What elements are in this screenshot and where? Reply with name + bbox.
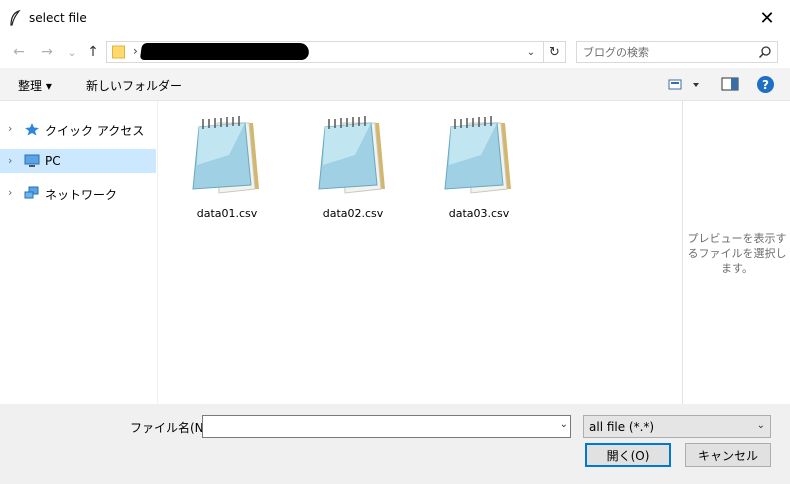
sidebar-item-pc[interactable]: › PC bbox=[0, 149, 156, 173]
refresh-button[interactable]: ↻ bbox=[543, 42, 565, 62]
cancel-button[interactable]: キャンセル bbox=[685, 443, 771, 467]
open-button[interactable]: 開く(O) bbox=[585, 443, 671, 467]
search-box[interactable] bbox=[576, 41, 778, 63]
sidebar-item-label: クイック アクセス bbox=[45, 124, 145, 138]
expand-chevron-icon[interactable]: › bbox=[8, 186, 12, 199]
expand-chevron-icon[interactable]: › bbox=[8, 122, 12, 135]
filetype-select[interactable]: all file (*.*) ⌄ bbox=[583, 415, 771, 438]
search-input[interactable] bbox=[583, 43, 753, 61]
file-name: data03.csv bbox=[448, 207, 510, 220]
file-item[interactable]: data03.csv bbox=[427, 115, 531, 225]
chevron-down-icon: ⌄ bbox=[67, 45, 77, 59]
organize-menu[interactable]: 整理 ▾ bbox=[18, 77, 52, 94]
sidebar-item-network[interactable]: › ネットワーク bbox=[0, 181, 156, 205]
address-dropdown-button[interactable]: ⌄ bbox=[523, 42, 539, 62]
file-name: data02.csv bbox=[322, 207, 384, 220]
close-button[interactable]: ✕ bbox=[744, 0, 790, 36]
chevron-down-icon[interactable]: ⌄ bbox=[560, 419, 568, 430]
arrow-left-icon: ← bbox=[13, 44, 25, 60]
arrow-up-icon: ↑ bbox=[87, 44, 99, 60]
refresh-icon: ↻ bbox=[549, 44, 560, 60]
filetype-value: all file (*.*) bbox=[589, 420, 655, 434]
window-title: select file bbox=[29, 11, 87, 25]
chevron-down-icon: ⌄ bbox=[756, 420, 765, 431]
back-button[interactable]: ← bbox=[9, 41, 29, 63]
filename-label: ファイル名(N): bbox=[130, 421, 213, 435]
folder-icon bbox=[112, 45, 125, 59]
filename-combobox[interactable]: ⌄ bbox=[202, 415, 571, 438]
view-options-icon[interactable] bbox=[668, 77, 704, 93]
notepad-icon bbox=[192, 116, 259, 194]
forward-button[interactable]: → bbox=[37, 41, 57, 63]
search-icon[interactable] bbox=[758, 45, 772, 59]
computer-icon bbox=[24, 154, 40, 167]
file-list: data01.csv data02.csv data03.csv bbox=[159, 101, 682, 404]
command-toolbar: 整理 ▾ 新しいフォルダー ? bbox=[0, 68, 790, 101]
preview-pane: プレビューを表示するファイルを選択します。 bbox=[682, 101, 790, 404]
breadcrumb-chevron-icon: › bbox=[133, 44, 138, 58]
help-icon[interactable]: ? bbox=[757, 76, 774, 93]
sidebar-item-quick-access[interactable]: › クイック アクセス bbox=[0, 117, 156, 141]
navigation-bar: ← → ⌄ ↑ › ⌄ ↻ bbox=[0, 36, 790, 68]
file-name: data01.csv bbox=[196, 207, 258, 220]
dialog-footer: ファイル名(N): ⌄ all file (*.*) ⌄ 開く(O) キャンセル bbox=[0, 404, 790, 484]
notepad-icon bbox=[318, 116, 385, 194]
chevron-down-icon: ⌄ bbox=[526, 46, 536, 58]
notepad-icon bbox=[444, 116, 511, 194]
file-item[interactable]: data02.csv bbox=[301, 115, 405, 225]
title-bar: select file ✕ bbox=[0, 0, 790, 36]
filename-input[interactable] bbox=[206, 418, 546, 435]
preview-message: プレビューを表示するファイルを選択します。 bbox=[687, 232, 787, 275]
sidebar-item-label: ネットワーク bbox=[45, 188, 118, 202]
address-bar[interactable]: › ⌄ ↻ bbox=[106, 41, 566, 63]
new-folder-button[interactable]: 新しいフォルダー bbox=[86, 77, 182, 94]
up-button[interactable]: ↑ bbox=[83, 41, 103, 63]
sidebar-item-label: PC bbox=[45, 154, 61, 168]
network-icon bbox=[24, 186, 39, 199]
navigation-pane: › クイック アクセス › PC › ネットワーク bbox=[0, 101, 158, 404]
close-icon: ✕ bbox=[759, 7, 775, 29]
star-icon bbox=[25, 123, 39, 136]
expand-chevron-icon[interactable]: › bbox=[8, 154, 12, 167]
redacted-path bbox=[139, 43, 311, 60]
file-item[interactable]: data01.csv bbox=[175, 115, 279, 225]
feather-icon bbox=[10, 10, 21, 26]
recent-locations-button[interactable]: ⌄ bbox=[62, 41, 82, 63]
arrow-right-icon: → bbox=[41, 44, 53, 60]
preview-pane-icon[interactable] bbox=[721, 77, 739, 91]
